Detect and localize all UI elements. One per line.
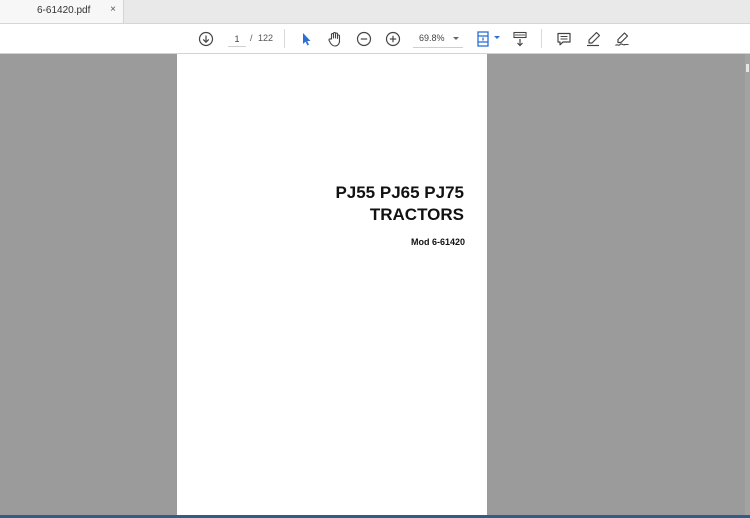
toolbar-divider: [284, 29, 285, 48]
fit-page-icon: [477, 31, 489, 47]
sign-icon: [615, 32, 629, 46]
comment-icon: [557, 32, 571, 46]
document-model-number: Mod 6-61420: [410, 237, 465, 247]
zoom-in-circle-icon: [385, 31, 401, 47]
page-separator: /: [250, 33, 253, 43]
document-viewport[interactable]: PJ55 PJ65 PJ75 TRACTORS Mod 6-61420: [0, 54, 750, 518]
toolbar-divider: [541, 29, 542, 48]
page-total: 122: [258, 33, 274, 43]
pdf-page: PJ55 PJ65 PJ75 TRACTORS Mod 6-61420: [177, 54, 487, 518]
toolbar: / 122: [0, 24, 750, 54]
highlight-button[interactable]: [582, 28, 604, 50]
tab-close-icon[interactable]: ×: [108, 4, 118, 16]
document-title-line-1: PJ55 PJ65 PJ75: [335, 183, 464, 202]
page-number-input[interactable]: [228, 32, 246, 47]
scroll-mode-icon: [513, 31, 527, 47]
document-title-line-2: TRACTORS: [369, 205, 464, 224]
download-button[interactable]: [195, 28, 217, 50]
tab-title: 6-61420.pdf: [37, 5, 91, 16]
chevron-down-icon: [453, 37, 459, 40]
fit-page-dropdown-icon[interactable]: [494, 36, 500, 39]
highlight-pen-icon: [587, 31, 601, 47]
zoom-value: 69.8%: [419, 33, 445, 43]
hand-tool-button[interactable]: [324, 28, 346, 50]
fit-page-button[interactable]: [472, 28, 494, 50]
download-circle-icon: [198, 31, 214, 47]
zoom-in-button[interactable]: [382, 28, 404, 50]
cursor-arrow-icon: [303, 33, 311, 46]
select-tool-button[interactable]: [295, 28, 317, 50]
scrollbar-thumb[interactable]: [746, 64, 749, 72]
zoom-out-button[interactable]: [353, 28, 375, 50]
hand-pan-icon: [328, 31, 341, 47]
sign-button[interactable]: [611, 28, 633, 50]
tab-bar: 6-61420.pdf ×: [0, 0, 750, 24]
vertical-scrollbar[interactable]: [745, 54, 750, 518]
scroll-mode-button[interactable]: [509, 28, 531, 50]
comment-button[interactable]: [553, 28, 575, 50]
pdf-viewer-window: 6-61420.pdf × / 122: [0, 0, 750, 518]
tab-document[interactable]: 6-61420.pdf ×: [0, 0, 124, 23]
zoom-select[interactable]: 69.8%: [413, 31, 463, 48]
zoom-out-circle-icon: [356, 31, 372, 47]
